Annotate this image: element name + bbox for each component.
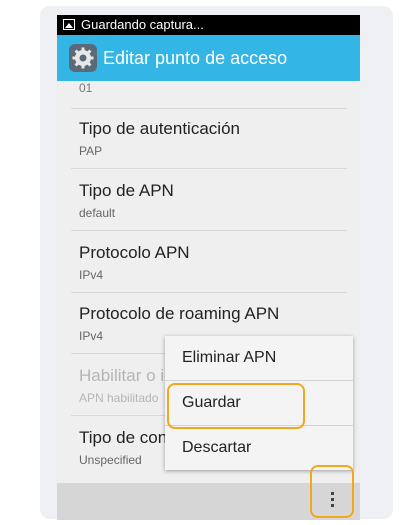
menu-item-discard[interactable]: Descartar xyxy=(165,426,353,470)
image-icon xyxy=(63,19,75,30)
phone-screen: Guardando captura... Editar punto de acc… xyxy=(57,15,360,520)
status-bar: Guardando captura... xyxy=(57,15,360,35)
list-item-value: default xyxy=(79,206,116,220)
menu-item-delete-apn[interactable]: Eliminar APN xyxy=(165,336,353,380)
status-text: Guardando captura... xyxy=(81,17,204,32)
divider xyxy=(71,230,347,231)
overflow-highlight xyxy=(310,465,354,518)
divider xyxy=(71,292,347,293)
divider xyxy=(71,168,347,169)
list-item-title: Tipo de APN xyxy=(79,181,174,200)
page-title: Editar punto de acceso xyxy=(103,48,288,68)
list-item-value: PAP xyxy=(79,144,103,158)
list-item-title: Tipo de autenticación xyxy=(79,119,240,138)
list-item-title: Protocolo APN xyxy=(79,243,190,262)
save-highlight xyxy=(167,383,305,429)
menu-item-label: Descartar xyxy=(182,439,252,456)
list-item-title: Protocolo de roaming APN xyxy=(79,304,280,323)
list-item-apn-protocol[interactable]: Protocolo APN IPv4 xyxy=(79,243,349,283)
divider xyxy=(71,108,347,109)
action-bar: Editar punto de acceso xyxy=(57,35,360,81)
menu-item-label: Eliminar APN xyxy=(182,349,277,366)
settings-gear-icon[interactable] xyxy=(69,44,97,72)
list-item-apn-type[interactable]: Tipo de APN default xyxy=(79,181,349,221)
partial-list-value: 01 xyxy=(79,81,93,95)
list-item-auth-type[interactable]: Tipo de autenticación PAP xyxy=(79,119,349,159)
list-item-value: IPv4 xyxy=(79,268,104,282)
